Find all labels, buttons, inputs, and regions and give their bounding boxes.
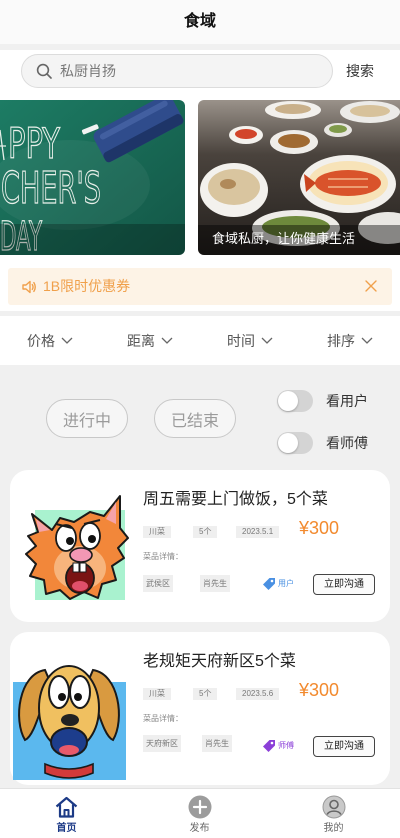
home-icon — [54, 795, 79, 819]
chalk-text-line: PPY — [8, 119, 60, 168]
search-button[interactable]: 搜索 — [340, 61, 380, 81]
chalkboard-image: PPY CHER'S DAY — [0, 100, 185, 255]
tab-label: 首页 — [56, 823, 77, 834]
dish-count-tag: 5个 — [193, 688, 218, 700]
chevron-down-icon — [361, 337, 373, 344]
filter-sort[interactable]: 排序 — [300, 316, 400, 365]
user-icon — [321, 795, 346, 819]
district-tag: 天府新区 — [143, 735, 181, 752]
cuisine-tag: 川菜 — [143, 688, 171, 700]
cuisine-tag: 川菜 — [143, 526, 171, 538]
plus-circle-icon — [187, 795, 212, 819]
role-badge: 师傅 — [262, 738, 294, 754]
avatar-cartoon-dog — [13, 665, 126, 780]
contact-now-button[interactable]: 立即沟通 — [313, 736, 375, 757]
top-bar: 食域 — [0, 0, 400, 44]
bottom-tab-bar: 首页 发布 我的 — [0, 788, 400, 838]
toggle-view-chefs[interactable] — [277, 432, 313, 454]
order-card[interactable]: 周五需要上门做饭，5个菜 川菜 5个 2023.5.1 ¥300 菜品详情： 武… — [10, 470, 390, 622]
filter-label: 价格 — [27, 332, 55, 349]
dish-details-label: 菜品详情： — [143, 552, 183, 561]
dish-details-label: 菜品详情： — [143, 714, 183, 723]
filter-bar: 价格 距离 时间 排序 — [0, 316, 400, 365]
tab-label: 我的 — [323, 823, 344, 834]
page-title: 食域 — [183, 13, 216, 30]
search-box[interactable] — [21, 54, 333, 88]
toggle-label-chefs: 看师傅 — [326, 435, 368, 451]
banner-slide-teachers-day[interactable]: PPY CHER'S DAY — [0, 100, 185, 255]
app-screen: 食域 搜索 PPY CHER'S DAY — [0, 0, 400, 838]
tag-icon — [263, 740, 275, 752]
speaker-icon — [21, 279, 37, 295]
notice-bar[interactable]: 1B限时优惠券 — [8, 268, 392, 305]
search-input[interactable] — [60, 56, 300, 86]
order-card[interactable]: 老规矩天府新区5个菜 川菜 5个 2023.5.6 ¥300 菜品详情： 天府新… — [10, 632, 390, 785]
tab-home[interactable]: 首页 — [0, 789, 133, 838]
banner-slide-food[interactable]: 食域私厨，让你健康生活 — [198, 100, 400, 255]
notice-text: 1B限时优惠券 — [43, 278, 131, 294]
toggle-knob — [278, 391, 298, 411]
district-tag: 武侯区 — [143, 575, 173, 592]
status-tab-ongoing[interactable]: 进行中 — [46, 399, 128, 438]
avatar-cartoon-squirrel — [25, 495, 129, 600]
close-icon[interactable] — [365, 280, 377, 292]
filter-time[interactable]: 时间 — [200, 316, 300, 365]
toggle-label-users: 看用户 — [326, 393, 368, 409]
filter-distance[interactable]: 距离 — [100, 316, 200, 365]
status-tab-ended[interactable]: 已结束 — [154, 399, 236, 438]
contact-tag: 肖先生 — [200, 575, 230, 592]
order-title: 老规矩天府新区5个菜 — [143, 653, 296, 670]
banner-caption: 食域私厨，让你健康生活 — [212, 231, 356, 246]
tab-publish[interactable]: 发布 — [133, 789, 266, 838]
contact-now-button[interactable]: 立即沟通 — [313, 574, 375, 595]
order-price: ¥300 — [299, 680, 340, 700]
chevron-down-icon — [161, 337, 173, 344]
chevron-down-icon — [261, 337, 273, 344]
date-tag: 2023.5.6 — [236, 688, 280, 700]
toggle-knob — [278, 433, 298, 453]
order-price: ¥300 — [299, 518, 340, 538]
dish-count-tag: 5个 — [193, 526, 218, 538]
chalk-text-line: CHER'S — [1, 163, 101, 214]
tab-label: 发布 — [189, 823, 210, 834]
contact-tag: 肖先生 — [202, 735, 232, 752]
filter-label: 排序 — [327, 332, 355, 349]
tab-profile[interactable]: 我的 — [267, 789, 400, 838]
tag-icon — [263, 578, 275, 590]
search-icon — [36, 63, 52, 79]
chevron-down-icon — [61, 337, 73, 344]
filter-label: 距离 — [127, 332, 155, 349]
role-label: 师傅 — [278, 741, 294, 750]
filter-price[interactable]: 价格 — [0, 316, 100, 365]
toggle-view-users[interactable] — [277, 390, 313, 412]
date-tag: 2023.5.1 — [236, 526, 280, 538]
filter-label: 时间 — [227, 332, 255, 349]
order-title: 周五需要上门做饭，5个菜 — [143, 491, 328, 508]
role-badge: 用户 — [262, 576, 294, 592]
role-label: 用户 — [278, 579, 294, 588]
